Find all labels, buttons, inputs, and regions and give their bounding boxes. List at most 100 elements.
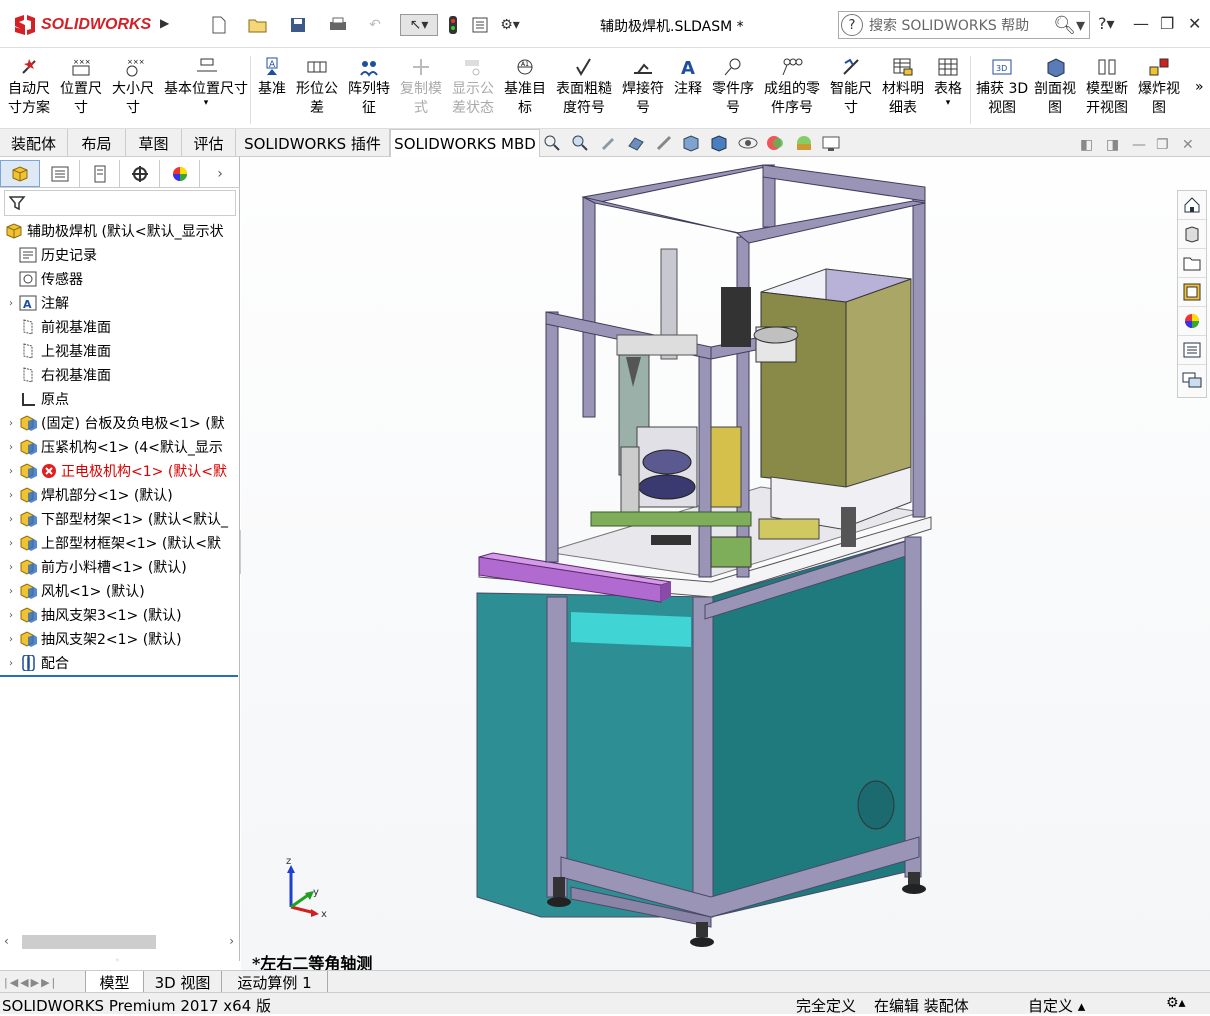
tree-item[interactable]: 上视基准面: [0, 339, 240, 363]
view-settings-icon[interactable]: [820, 132, 844, 154]
options-gear-icon[interactable]: ⚙▾: [495, 14, 525, 36]
print-icon[interactable]: [325, 14, 351, 36]
tab-scroll-arrows-icon[interactable]: |◀◀▶▶|: [0, 971, 86, 993]
expand-arrow-icon[interactable]: ›: [4, 298, 18, 309]
expand-arrow-icon[interactable]: ›: [4, 442, 18, 453]
search-icon[interactable]: 🔍︎▾: [1053, 15, 1089, 36]
help-search[interactable]: ? 搜索 SOLIDWORKS 帮助 🔍︎▾: [838, 11, 1090, 39]
feature-manager-tab-icon[interactable]: [0, 160, 40, 187]
tree-item[interactable]: › A 注解: [0, 291, 240, 315]
hide-show-items-icon[interactable]: [736, 132, 760, 154]
restore-button[interactable]: ❐: [1160, 14, 1174, 33]
select-icon[interactable]: ↖▾: [400, 14, 438, 36]
zoom-to-area-icon[interactable]: [568, 132, 592, 154]
more-commands-icon[interactable]: »: [1195, 78, 1204, 97]
cmd-exploded-view-button[interactable]: 爆炸视图: [1138, 56, 1180, 118]
previous-view-icon[interactable]: [596, 132, 620, 154]
expand-arrow-icon[interactable]: ›: [4, 634, 18, 645]
custom-properties-icon[interactable]: [1178, 336, 1206, 365]
apply-scene-icon[interactable]: [792, 132, 816, 154]
forum-icon[interactable]: [1178, 365, 1206, 394]
tile-left-icon[interactable]: ◧: [1080, 137, 1093, 153]
scroll-left-arrow-icon[interactable]: ‹: [4, 934, 9, 948]
cmd-copy-scheme-button[interactable]: 复制模式: [400, 56, 442, 118]
status-units[interactable]: 自定义 ▴: [1028, 995, 1085, 1016]
cmd-section-view-button[interactable]: 剖面视图: [1034, 56, 1076, 118]
scroll-thumb[interactable]: [22, 935, 156, 949]
edit-appearance-icon[interactable]: [764, 132, 788, 154]
rollback-bar[interactable]: [0, 675, 238, 677]
tab-motion-study[interactable]: 运动算例 1: [222, 971, 328, 993]
property-manager-tab-icon[interactable]: [40, 160, 80, 187]
undo-icon[interactable]: ↶: [362, 14, 388, 36]
cmd-smart-dimension-button[interactable]: 智能尺寸: [830, 56, 872, 118]
viewport-restore-button[interactable]: ❐: [1156, 137, 1169, 153]
viewport-close-button[interactable]: ✕: [1182, 137, 1194, 153]
expand-arrow-icon[interactable]: ›: [4, 586, 18, 597]
tree-root-assembly[interactable]: 辅助极焊机 (默认<默认_显示状: [0, 219, 240, 243]
cmd-datum-button[interactable]: A 基准: [258, 56, 286, 99]
tab-evaluate[interactable]: 评估: [182, 129, 236, 157]
close-button[interactable]: ✕: [1188, 14, 1201, 33]
zoom-to-fit-icon[interactable]: [540, 132, 564, 154]
tab-addins[interactable]: SOLIDWORKS 插件: [236, 129, 390, 157]
tree-horizontal-scrollbar[interactable]: ‹ ›: [4, 934, 236, 952]
expand-arrow-icon[interactable]: ›: [4, 514, 18, 525]
tree-item[interactable]: 前视基准面: [0, 315, 240, 339]
cmd-pattern-feature-button[interactable]: 阵列特征: [348, 56, 390, 118]
tree-filter[interactable]: [4, 190, 236, 216]
tree-item[interactable]: › 下部型材架<1> (默认<默认_: [0, 507, 240, 531]
dropdown-arrow-icon[interactable]: ▾: [204, 99, 209, 108]
scroll-right-arrow-icon[interactable]: ›: [229, 934, 234, 948]
expand-arrow-icon[interactable]: ›: [4, 610, 18, 621]
appearances-icon[interactable]: [1178, 307, 1206, 336]
dynamic-annotation-icon[interactable]: [652, 132, 676, 154]
section-view-icon[interactable]: [624, 132, 648, 154]
cmd-tolerance-status-button[interactable]: 显示公 差状态: [452, 56, 494, 118]
cmd-note-button[interactable]: A 注释: [674, 56, 702, 99]
expand-arrow-icon[interactable]: ›: [4, 490, 18, 501]
file-explorer-icon[interactable]: [1178, 249, 1206, 278]
cmd-geometric-tolerance-button[interactable]: 形位公差: [296, 56, 338, 118]
new-file-icon[interactable]: [208, 14, 230, 36]
cmd-bom-button[interactable]: 材料明 细表: [882, 56, 924, 118]
expand-arrow-icon[interactable]: ›: [4, 538, 18, 549]
tree-item[interactable]: › 上部型材框架<1> (默认<默: [0, 531, 240, 555]
minimize-button[interactable]: —: [1133, 14, 1149, 33]
dropdown-arrow-icon[interactable]: ▾: [946, 99, 951, 108]
tree-item[interactable]: 原点: [0, 387, 240, 411]
tree-item[interactable]: 传感器: [0, 267, 240, 291]
tab-mbd[interactable]: SOLIDWORKS MBD: [390, 129, 540, 157]
cmd-auto-dimension-button[interactable]: 自动尺 寸方案: [8, 56, 50, 118]
help-menu-button[interactable]: ?▾: [1098, 14, 1115, 33]
expand-arrow-icon[interactable]: ›: [4, 658, 18, 669]
configuration-manager-tab-icon[interactable]: [80, 160, 120, 187]
cmd-size-dimension-button[interactable]: ××× 大小尺寸: [112, 56, 154, 118]
cmd-table-button[interactable]: 表格 ▾: [934, 56, 962, 108]
tree-item[interactable]: › 前方小料槽<1> (默认): [0, 555, 240, 579]
display-style-icon[interactable]: [708, 132, 732, 154]
save-icon[interactable]: [285, 14, 311, 36]
cmd-datum-target-button[interactable]: A1 基准目标: [504, 56, 546, 118]
expand-arrow-icon[interactable]: ›: [4, 418, 18, 429]
cmd-weld-symbol-button[interactable]: 焊接符号: [622, 56, 664, 118]
tree-item[interactable]: › 焊机部分<1> (默认): [0, 483, 240, 507]
help-search-input[interactable]: 搜索 SOLIDWORKS 帮助: [869, 15, 1029, 35]
expand-arrow-icon[interactable]: ›: [4, 466, 18, 477]
tab-model[interactable]: 模型: [86, 971, 144, 993]
dimxpert-manager-tab-icon[interactable]: [120, 160, 160, 187]
filter-icon[interactable]: [9, 195, 27, 211]
tree-item[interactable]: 历史记录: [0, 243, 240, 267]
tree-item[interactable]: › (固定) 台板及负电极<1> (默: [0, 411, 240, 435]
tile-right-icon[interactable]: ◨: [1106, 137, 1119, 153]
viewport-minimize-button[interactable]: —: [1132, 137, 1146, 153]
cmd-surface-finish-button[interactable]: 表面粗糙 度符号: [556, 56, 612, 118]
cmd-balloon-button[interactable]: 零件序号: [712, 56, 754, 118]
tab-assembly[interactable]: 装配体: [0, 129, 68, 157]
cmd-stacked-balloon-button[interactable]: 成组的零 件序号: [764, 56, 820, 118]
view-orientation-icon[interactable]: [680, 132, 704, 154]
solidworks-logo[interactable]: SOLIDWORKS: [12, 10, 152, 40]
menu-expand-arrow[interactable]: ▶: [160, 16, 169, 30]
tree-item[interactable]: › 风机<1> (默认): [0, 579, 240, 603]
status-settings-icon[interactable]: ⚙▴: [1166, 995, 1186, 1011]
